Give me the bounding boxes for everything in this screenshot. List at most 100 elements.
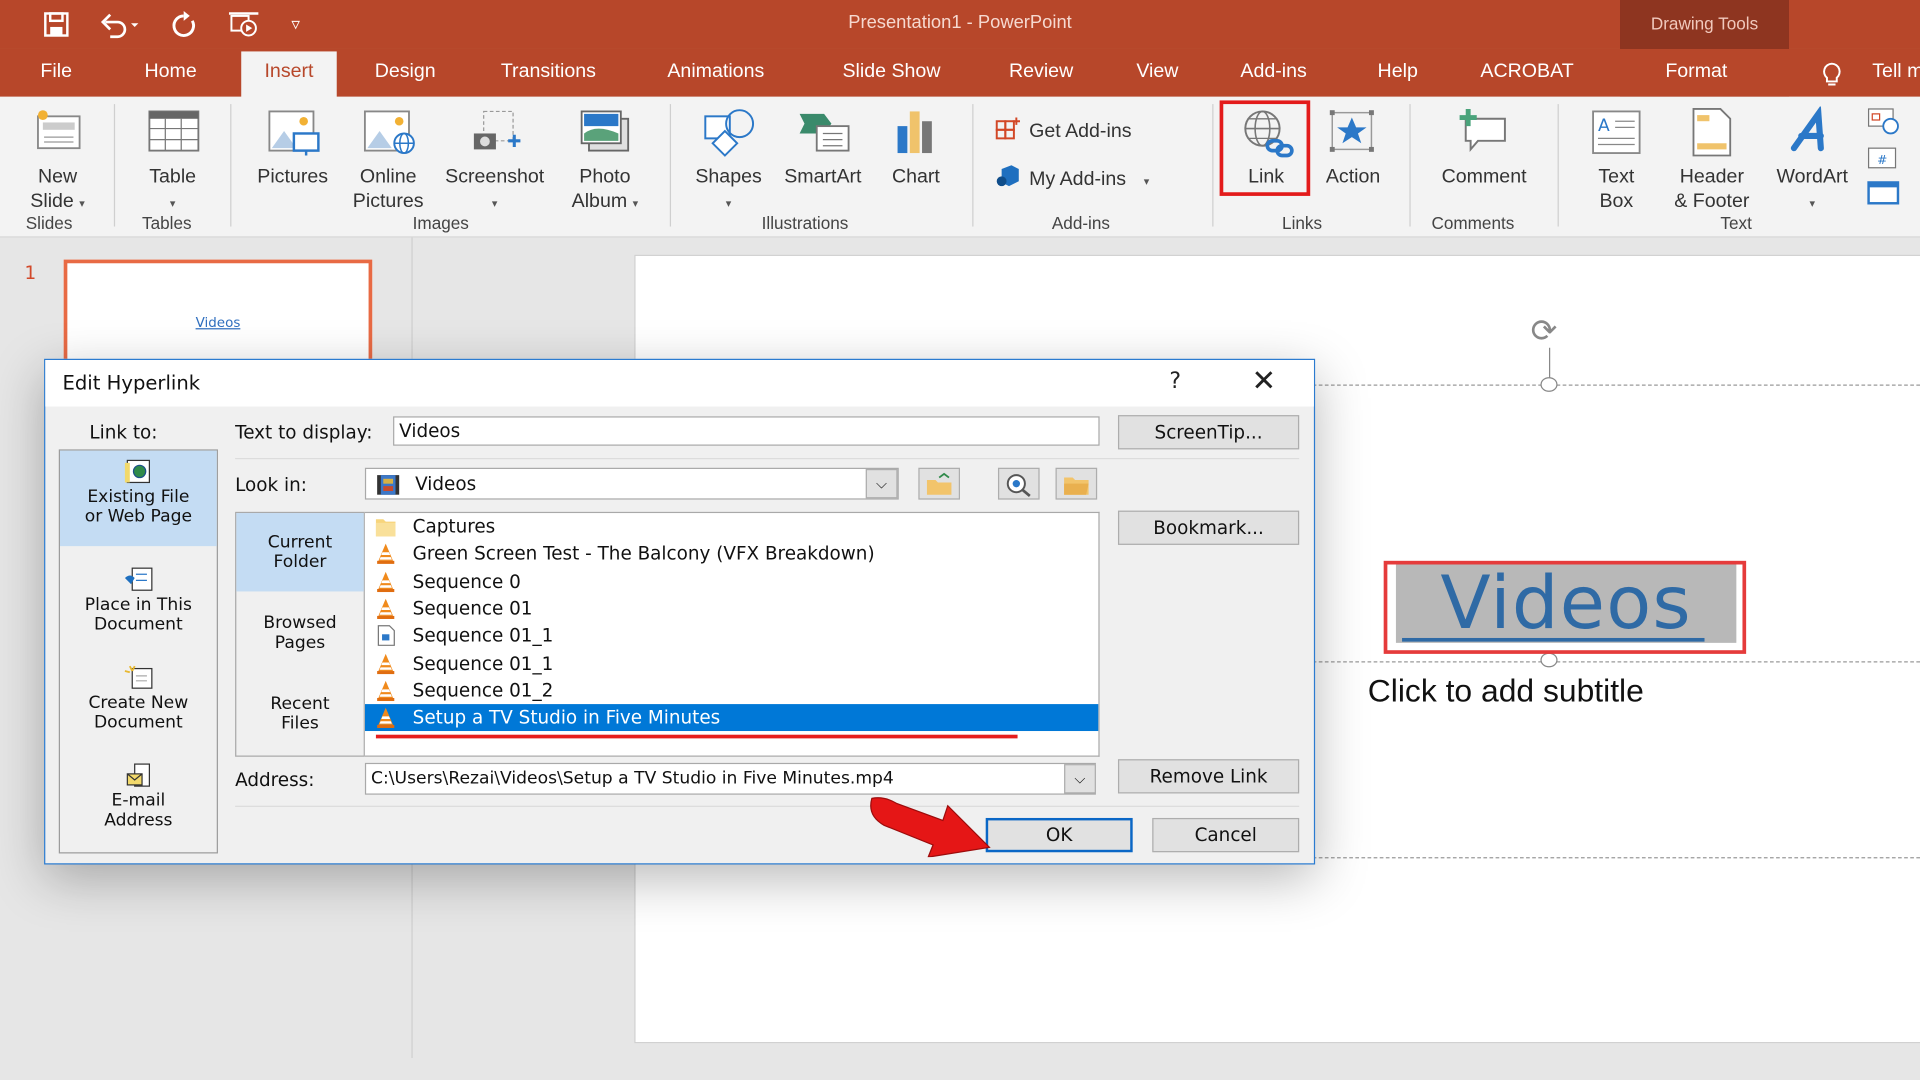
tab-animations[interactable]: Animations (667, 61, 764, 83)
link-to-create-new-document[interactable]: Create New Document (60, 656, 217, 742)
file-name: Green Screen Test - The Balcony (VFX Bre… (412, 542, 875, 565)
my-add-ins-button[interactable]: My Add-ins ▾ (994, 164, 1149, 193)
text-to-display-input[interactable]: Videos (393, 416, 1100, 446)
file-list-item[interactable]: Green Screen Test - The Balcony (VFX Bre… (365, 540, 1098, 567)
bookmark-button[interactable]: Bookmark... (1117, 510, 1300, 545)
drawing-tools-label: Drawing Tools (1650, 13, 1759, 34)
up-folder-icon (926, 472, 952, 495)
chart-label: Chart (891, 166, 940, 188)
screentip-button[interactable]: ScreenTip... (1117, 415, 1300, 450)
help-button[interactable]: ? (1169, 369, 1181, 395)
object-button[interactable] (1866, 180, 1903, 212)
place-in-document-label-2: Document (93, 614, 183, 635)
table-button[interactable]: Table ▾ (135, 107, 211, 216)
ok-button[interactable]: OK (985, 817, 1133, 853)
link-to-existing-file[interactable]: Existing File or Web Page (60, 450, 217, 547)
file-list-item[interactable]: Captures (365, 513, 1098, 540)
resize-handle[interactable] (1540, 652, 1558, 668)
file-list-item[interactable]: Sequence 01_1 (365, 650, 1098, 677)
file-name: Sequence 01 (412, 597, 533, 620)
comment-icon (1459, 108, 1506, 153)
email-address-label-1: E-mail (111, 791, 166, 811)
header-footer-button[interactable]: Header & Footer (1660, 107, 1763, 215)
file-list-item[interactable]: Setup a TV Studio in Five Minutes (364, 704, 1099, 732)
action-button[interactable]: Action (1315, 107, 1391, 190)
browse-web-button[interactable] (997, 467, 1040, 500)
document-file-icon (375, 625, 397, 647)
create-new-document-label-2: Document (93, 712, 183, 733)
create-new-document-icon (124, 665, 153, 689)
file-list[interactable]: Captures Green Screen Test - The Balcony … (364, 511, 1100, 757)
tab-help[interactable]: Help (1378, 61, 1418, 83)
look-in-select[interactable]: Videos (364, 467, 899, 500)
tab-view[interactable]: View (1136, 61, 1178, 83)
tab-design[interactable]: Design (375, 61, 436, 83)
tab-insert[interactable]: Insert (241, 51, 337, 98)
tab-slide-show[interactable]: Slide Show (842, 61, 940, 83)
tab-home[interactable]: Home (144, 61, 196, 83)
current-folder-tab[interactable]: Current Folder (236, 513, 364, 592)
subtitle-placeholder[interactable]: Click to add subtitle (1368, 672, 1644, 710)
address-dropdown-button[interactable]: ⌵ (1064, 764, 1096, 794)
create-new-document-label-1: Create New (88, 693, 189, 713)
browse-web-icon (1006, 474, 1031, 497)
recent-files-tab[interactable]: Recent Files (236, 694, 363, 743)
new-slide-button[interactable]: New Slide ▾ (17, 107, 98, 216)
tab-add-ins[interactable]: Add-ins (1240, 61, 1306, 83)
svg-text:A: A (1598, 116, 1610, 136)
rotate-handle-stem (1548, 347, 1551, 380)
vlc-media-file-icon (375, 543, 397, 565)
browse-file-button[interactable] (1055, 467, 1098, 500)
pictures-button[interactable]: Pictures (249, 107, 337, 190)
smartart-button[interactable]: SmartArt (774, 107, 872, 190)
file-list-item[interactable]: Sequence 01 (365, 595, 1098, 622)
close-button[interactable]: ✕ (1251, 364, 1276, 398)
wordart-button[interactable]: WordArt ▾ (1766, 106, 1859, 216)
recent-files-label-2: Files (281, 713, 319, 734)
link-to-email-address[interactable]: E-mail Address (60, 754, 217, 840)
file-name: Sequence 01_1 (412, 652, 554, 675)
smartart-icon (799, 113, 850, 152)
date-time-button[interactable] (1866, 107, 1903, 144)
tab-format[interactable]: Format (1665, 61, 1727, 83)
title-placeholder-border (1312, 384, 1920, 386)
wordart-label: WordArt (1776, 166, 1848, 188)
cancel-button[interactable]: Cancel (1152, 817, 1300, 853)
chart-button[interactable]: Chart (879, 107, 952, 190)
ribbon-tabs: File Home Insert Design Transitions Anim… (0, 48, 1920, 98)
screenshot-label: Screenshot (445, 166, 545, 188)
slide-number-button[interactable]: # (1866, 146, 1903, 178)
comment-button[interactable]: Comment (1428, 107, 1541, 190)
remove-link-button[interactable]: Remove Link (1117, 759, 1300, 794)
file-name: Sequence 0 (412, 570, 521, 593)
file-list-item[interactable]: Sequence 01_1 (365, 622, 1098, 649)
dropdown-caret-icon: ▾ (169, 197, 176, 210)
get-add-ins-button[interactable]: Get Add-ins (994, 116, 1132, 144)
new-slide-icon (37, 110, 81, 150)
online-pictures-button[interactable]: Online Pictures (348, 107, 429, 215)
link-to-place-in-document[interactable]: Place in This Document (60, 558, 217, 644)
group-divider (230, 104, 232, 227)
photo-album-button[interactable]: Photo Album ▾ (561, 107, 649, 216)
file-list-item[interactable]: Sequence 0 (365, 568, 1098, 595)
file-list-item[interactable]: Sequence 01_2 (365, 677, 1098, 704)
tab-review[interactable]: Review (1009, 61, 1073, 83)
look-in-dropdown-button[interactable]: ⌵ (865, 468, 898, 499)
browsed-pages-tab[interactable]: Browsed Pages (236, 613, 363, 662)
tab-file[interactable]: File (40, 61, 72, 83)
up-one-folder-button[interactable] (918, 467, 961, 500)
group-label-images: Images (412, 213, 469, 233)
tell-me-search[interactable]: Tell me (1872, 61, 1920, 83)
resize-handle[interactable] (1540, 377, 1558, 392)
shapes-button[interactable]: Shapes ▾ (688, 107, 769, 216)
tab-acrobat[interactable]: ACROBAT (1480, 61, 1573, 83)
screenshot-button[interactable]: Screenshot ▾ (436, 107, 554, 216)
get-add-ins-icon (995, 117, 1021, 140)
group-label-slides: Slides (25, 213, 73, 233)
date-time-icon (1867, 108, 1899, 135)
rotate-handle-icon[interactable]: ⟳ (1531, 313, 1558, 350)
text-box-button[interactable]: A Text Box (1582, 107, 1651, 215)
tab-transitions[interactable]: Transitions (501, 61, 596, 83)
open-folder-icon (1064, 477, 1089, 495)
lightbulb-icon[interactable] (1821, 61, 1843, 94)
